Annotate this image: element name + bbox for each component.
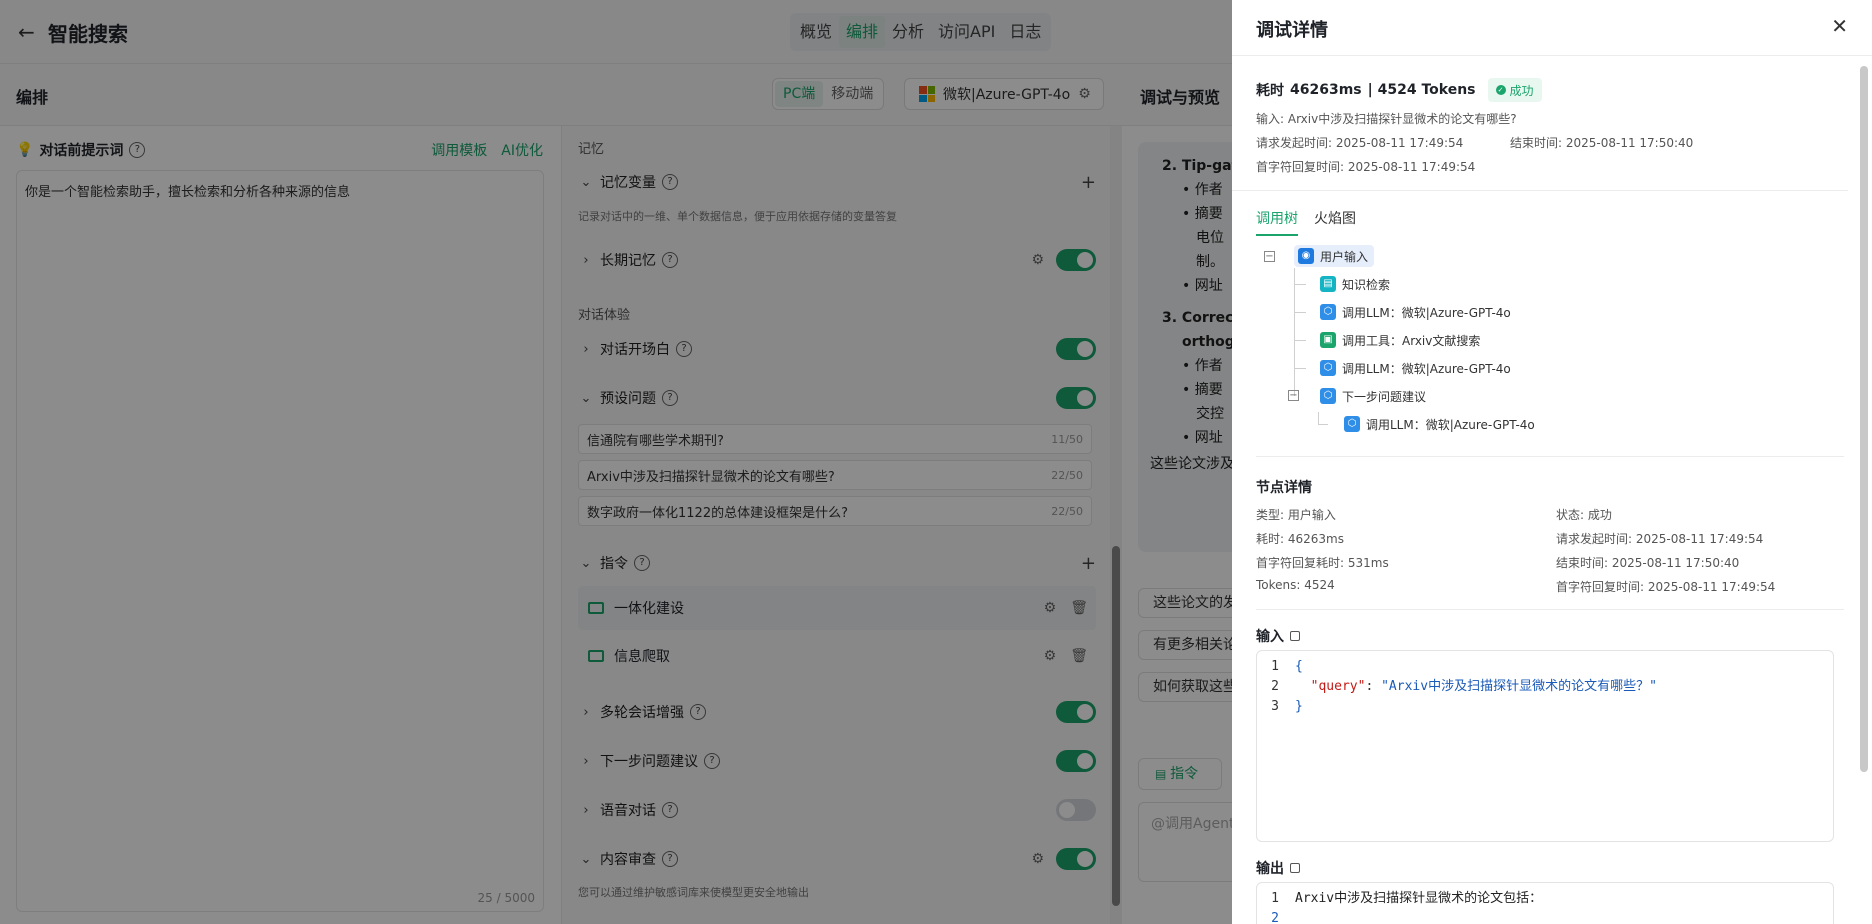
tree-node-label: 调用LLM：微软|Azure-GPT-4o <box>1366 417 1535 432</box>
input-line: 输入: Arxiv中涉及扫描探针显微术的论文有哪些? <box>1256 112 1517 126</box>
tree-line <box>1294 268 1295 396</box>
copy-icon[interactable] <box>1290 863 1300 873</box>
code-line: } <box>1295 699 1303 714</box>
first-char-time: 首字符回复时间: 2025-08-11 17:49:54 <box>1256 160 1476 174</box>
elapsed-label: 耗时 <box>1256 83 1284 99</box>
code-value: "Arxiv中涉及扫描探针显微术的论文有哪些？" <box>1381 679 1657 694</box>
copy-icon[interactable] <box>1290 631 1300 641</box>
debug-drawer: 调试详情 ✕ 耗时 46263ms | 4524 Tokens ✓ 成功 输入: … <box>1232 0 1872 924</box>
tree-line <box>1294 284 1306 285</box>
code-key: "query" <box>1310 679 1366 694</box>
request-time: 请求发起时间: 2025-08-11 17:49:54 <box>1256 136 1464 150</box>
node-detail-title: 节点详情 <box>1256 477 1312 497</box>
drawer-scrollbar[interactable] <box>1860 60 1868 920</box>
node-status: 状态: 成功 <box>1556 508 1612 522</box>
status-badge: ✓ 成功 <box>1487 78 1542 102</box>
tree-node-label: 知识检索 <box>1342 277 1391 292</box>
node-request-time: 请求发起时间: 2025-08-11 17:49:54 <box>1556 532 1764 546</box>
code-line: { <box>1295 659 1303 674</box>
summary-line: 耗时 46263ms | 4524 Tokens ✓ 成功 <box>1256 78 1542 102</box>
input-title-text: 输入 <box>1256 629 1284 645</box>
tree-node-suggest[interactable]: ⬡ 下一步问题建议 <box>1320 385 1426 407</box>
divider <box>1232 190 1848 191</box>
tree-node-knowledge[interactable]: ▤ 知识检索 <box>1320 273 1390 295</box>
tree-node-label: 调用工具：Arxiv文献搜索 <box>1342 333 1481 348</box>
modal-mask[interactable] <box>0 0 1232 924</box>
output-section-title: 输出 <box>1256 858 1300 878</box>
input-code-block: 1{ 2 "query": "Arxiv中涉及扫描探针显微术的论文有哪些？" 3… <box>1256 650 1834 842</box>
tree-node-llm-2[interactable]: ⬡ 调用LLM：微软|Azure-GPT-4o <box>1320 357 1511 379</box>
elapsed-value: 46263ms <box>1290 82 1362 98</box>
code-line: Arxiv中涉及扫描探针显微术的论文包括： <box>1295 891 1543 906</box>
suggest-icon: ⬡ <box>1320 388 1336 404</box>
tree-node-user-input[interactable]: ◉ 用户输入 <box>1294 245 1375 267</box>
close-icon[interactable]: ✕ <box>1831 14 1848 38</box>
node-tokens: Tokens: 4524 <box>1256 578 1335 592</box>
tree-line <box>1294 340 1306 341</box>
node-detail-title-text: 节点详情 <box>1256 480 1312 496</box>
drawer-tabs: 调用树 火焰图 <box>1256 208 1356 236</box>
tree-node-llm-1[interactable]: ⬡ 调用LLM：微软|Azure-GPT-4o <box>1320 301 1511 323</box>
output-title-text: 输出 <box>1256 861 1284 877</box>
llm-icon: ⬡ <box>1320 360 1336 376</box>
node-type: 类型: 用户输入 <box>1256 508 1336 522</box>
node-first-elapsed: 首字符回复耗时: 531ms <box>1256 556 1389 570</box>
knowledge-icon: ▤ <box>1320 276 1336 292</box>
tree-node-label: 调用LLM：微软|Azure-GPT-4o <box>1342 361 1511 376</box>
input-section-title: 输入 <box>1256 626 1300 646</box>
user-input-icon: ◉ <box>1298 248 1314 264</box>
status-text: 成功 <box>1509 83 1534 98</box>
llm-icon: ⬡ <box>1344 416 1360 432</box>
tool-icon: ▣ <box>1320 332 1336 348</box>
drawer-title: 调试详情 <box>1256 20 1328 41</box>
node-first-time: 首字符回复时间: 2025-08-11 17:49:54 <box>1556 580 1776 594</box>
code-line: "query": "Arxiv中涉及扫描探针显微术的论文有哪些？" <box>1310 679 1657 694</box>
divider <box>1256 456 1844 457</box>
tree-node-label: 调用LLM：微软|Azure-GPT-4o <box>1342 305 1511 320</box>
node-end-time: 结束时间: 2025-08-11 17:50:40 <box>1556 556 1740 570</box>
tab-flame-graph[interactable]: 火焰图 <box>1314 208 1356 236</box>
drawer-header: 调试详情 ✕ <box>1232 0 1872 56</box>
collapse-icon[interactable]: − <box>1288 390 1299 401</box>
tokens-value: | 4524 Tokens <box>1367 82 1476 98</box>
divider <box>1256 609 1844 610</box>
tree-node-tool[interactable]: ▣ 调用工具：Arxiv文献搜索 <box>1320 329 1480 351</box>
tree-node-label: 下一步问题建议 <box>1342 389 1427 404</box>
llm-icon: ⬡ <box>1320 304 1336 320</box>
output-code-block: 1 Arxiv中涉及扫描探针显微术的论文包括： 2 <box>1256 882 1834 924</box>
node-elapsed: 耗时: 46263ms <box>1256 532 1344 546</box>
tab-call-tree[interactable]: 调用树 <box>1256 208 1298 236</box>
collapse-icon[interactable]: − <box>1264 251 1275 262</box>
check-icon: ✓ <box>1495 85 1506 95</box>
tree-line <box>1318 424 1328 425</box>
tree-line <box>1294 368 1306 369</box>
tree-node-llm-3[interactable]: ⬡ 调用LLM：微软|Azure-GPT-4o <box>1344 413 1535 435</box>
end-time: 结束时间: 2025-08-11 17:50:40 <box>1510 136 1694 150</box>
tree-line <box>1294 312 1306 313</box>
tree-line <box>1318 412 1319 424</box>
tree-node-label: 用户输入 <box>1320 249 1369 264</box>
